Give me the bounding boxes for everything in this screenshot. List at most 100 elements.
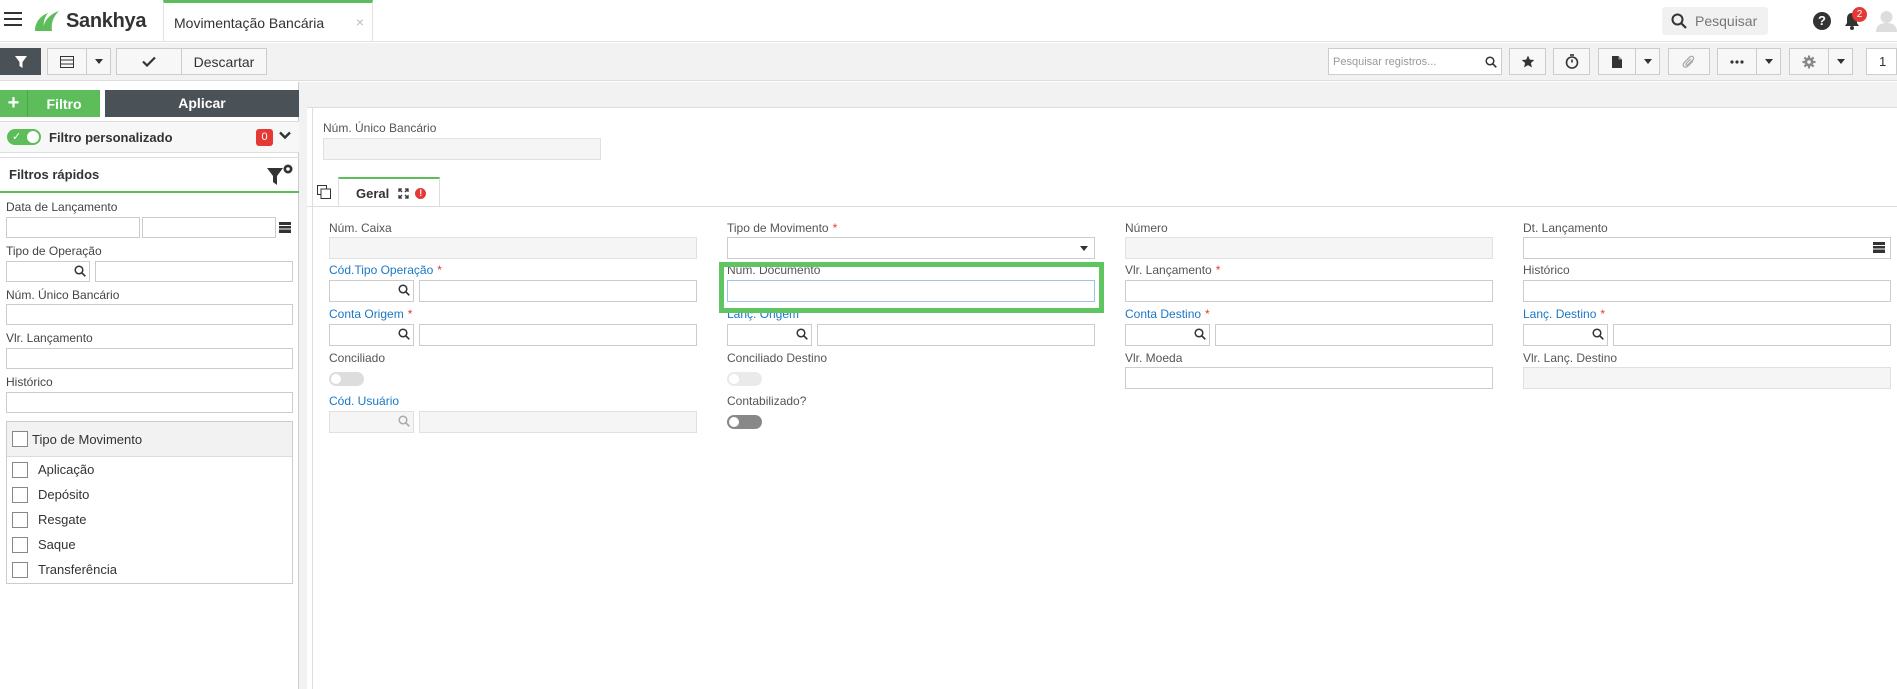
vlr-lanc-destino-field[interactable] bbox=[1523, 367, 1891, 389]
lanc-origem-desc-field[interactable] bbox=[817, 324, 1095, 346]
required-mark: * bbox=[1215, 263, 1221, 277]
tipo-movimento-select-all-checkbox[interactable] bbox=[12, 431, 28, 447]
hamburger-menu-icon[interactable] bbox=[4, 12, 22, 28]
discard-button[interactable]: Descartar bbox=[181, 48, 267, 75]
tipo-operacao-desc-field[interactable] bbox=[419, 280, 697, 302]
label-lanc-destino[interactable]: Lanç. Destino * bbox=[1523, 307, 1605, 321]
settings-button[interactable] bbox=[1789, 48, 1829, 75]
checkbox[interactable] bbox=[12, 511, 28, 528]
checkbox[interactable] bbox=[12, 461, 28, 478]
list-item[interactable]: Transferência bbox=[7, 557, 292, 582]
form-header-bar bbox=[307, 82, 1897, 108]
search-icon[interactable] bbox=[398, 328, 410, 340]
search-icon[interactable] bbox=[1485, 55, 1497, 68]
panel-splitter[interactable] bbox=[299, 82, 307, 689]
plus-icon: + bbox=[0, 90, 28, 117]
expand-icon[interactable] bbox=[398, 187, 409, 199]
conta-destino-field[interactable] bbox=[1125, 324, 1210, 346]
lanc-origem-field[interactable] bbox=[727, 324, 812, 346]
label-historico: Histórico bbox=[1523, 263, 1570, 277]
page-number[interactable]: 1 bbox=[1866, 48, 1897, 75]
save-button[interactable] bbox=[116, 48, 182, 75]
filter-toggle-button[interactable] bbox=[0, 48, 41, 75]
tipo-operacao-desc-input[interactable] bbox=[95, 261, 293, 282]
conta-origem-desc-field[interactable] bbox=[419, 324, 697, 346]
checkbox[interactable] bbox=[12, 536, 28, 553]
export-dropdown-button[interactable] bbox=[1635, 48, 1660, 75]
apply-button[interactable]: Aplicar bbox=[105, 90, 299, 117]
contabilizado-toggle[interactable] bbox=[727, 415, 762, 429]
more-dropdown-button[interactable] bbox=[1756, 48, 1781, 75]
checkbox[interactable] bbox=[12, 486, 28, 503]
global-search[interactable]: Pesquisar bbox=[1662, 7, 1768, 35]
records-search-input[interactable] bbox=[1329, 55, 1481, 68]
list-item[interactable]: Saque bbox=[7, 532, 292, 557]
calendar-icon[interactable] bbox=[1873, 242, 1885, 253]
date-to-input[interactable] bbox=[142, 217, 276, 238]
checkbox[interactable] bbox=[12, 561, 28, 578]
lanc-destino-desc-field[interactable] bbox=[1613, 324, 1891, 346]
conta-origem-field[interactable] bbox=[329, 324, 414, 346]
list-item-label: Depósito bbox=[38, 487, 90, 502]
tipo-movimento-header[interactable]: Tipo de Movimento bbox=[7, 422, 292, 457]
usuario-desc-field[interactable] bbox=[419, 411, 697, 433]
lanc-destino-field[interactable] bbox=[1523, 324, 1608, 346]
vlr-lancamento-input[interactable] bbox=[6, 348, 293, 369]
favorite-button[interactable] bbox=[1509, 48, 1546, 75]
avatar[interactable] bbox=[1876, 10, 1897, 32]
search-icon[interactable] bbox=[398, 284, 410, 296]
custom-filter-toggle[interactable]: ✓ bbox=[7, 129, 41, 145]
vlr-lancamento-field[interactable] bbox=[1125, 280, 1493, 302]
list-item[interactable]: Resgate bbox=[7, 507, 292, 532]
view-dropdown-button[interactable] bbox=[86, 48, 111, 75]
search-icon[interactable] bbox=[1194, 328, 1206, 340]
label-dt-lancamento: Dt. Lançamento bbox=[1523, 221, 1608, 235]
tab-geral[interactable]: Geral ! bbox=[338, 177, 440, 207]
list-item[interactable]: Aplicação bbox=[7, 457, 292, 482]
tipo-movimento-select[interactable] bbox=[727, 237, 1095, 259]
historico-input[interactable] bbox=[6, 392, 293, 413]
numero-field[interactable] bbox=[1125, 237, 1493, 259]
timer-button[interactable] bbox=[1553, 48, 1590, 75]
historico-field[interactable] bbox=[1523, 280, 1891, 302]
conta-destino-desc-field[interactable] bbox=[1215, 324, 1493, 346]
conciliado-destino-toggle[interactable] bbox=[727, 372, 762, 386]
app-tab[interactable]: Movimentação Bancária × bbox=[163, 0, 373, 42]
search-icon[interactable] bbox=[1592, 328, 1604, 340]
cod-tipo-operacao-field[interactable] bbox=[329, 280, 414, 302]
settings-dropdown-button[interactable] bbox=[1828, 48, 1853, 75]
cod-usuario-field[interactable] bbox=[329, 411, 414, 433]
conciliado-toggle[interactable] bbox=[329, 372, 364, 386]
add-filter-button[interactable]: + Filtro bbox=[0, 90, 100, 117]
close-icon[interactable]: × bbox=[356, 14, 364, 30]
num-unico-bancario-input[interactable] bbox=[6, 304, 293, 325]
label-cod-tipo-operacao[interactable]: Cód.Tipo Operação * bbox=[329, 263, 442, 277]
records-search[interactable] bbox=[1328, 48, 1502, 75]
tipo-movimento-filter: Tipo de Movimento Aplicação Depósito Res… bbox=[6, 421, 293, 584]
vlr-moeda-field[interactable] bbox=[1125, 367, 1493, 389]
label-cod-usuario[interactable]: Cód. Usuário bbox=[329, 394, 399, 408]
grid-view-button[interactable] bbox=[47, 48, 87, 75]
export-button[interactable] bbox=[1598, 48, 1636, 75]
list-item[interactable]: Depósito bbox=[7, 482, 292, 507]
search-icon[interactable] bbox=[74, 265, 86, 277]
dt-lancamento-field[interactable] bbox=[1523, 237, 1891, 259]
filter-settings-icon[interactable] bbox=[266, 164, 294, 188]
num-unico-bancario-field[interactable] bbox=[323, 138, 601, 160]
help-icon[interactable]: ? bbox=[1813, 12, 1831, 30]
tipo-operacao-code-input[interactable] bbox=[6, 261, 90, 282]
label-conta-origem[interactable]: Conta Origem * bbox=[329, 307, 412, 321]
copy-icon[interactable] bbox=[317, 185, 331, 199]
search-icon[interactable] bbox=[796, 328, 808, 340]
more-options-button[interactable] bbox=[1717, 48, 1757, 75]
attach-button[interactable] bbox=[1668, 48, 1710, 75]
label-conta-destino[interactable]: Conta Destino * bbox=[1125, 307, 1210, 321]
logo: Sankhya bbox=[32, 9, 146, 33]
label-vlr-lanc-destino: Vlr. Lanç. Destino bbox=[1523, 351, 1618, 365]
chevron-down-icon[interactable] bbox=[279, 131, 291, 140]
label-numero: Número bbox=[1125, 221, 1168, 235]
calendar-icon[interactable] bbox=[279, 222, 291, 233]
chevron-down-icon bbox=[1080, 246, 1088, 251]
date-from-input[interactable] bbox=[6, 217, 140, 238]
num-caixa-field[interactable] bbox=[329, 237, 697, 259]
